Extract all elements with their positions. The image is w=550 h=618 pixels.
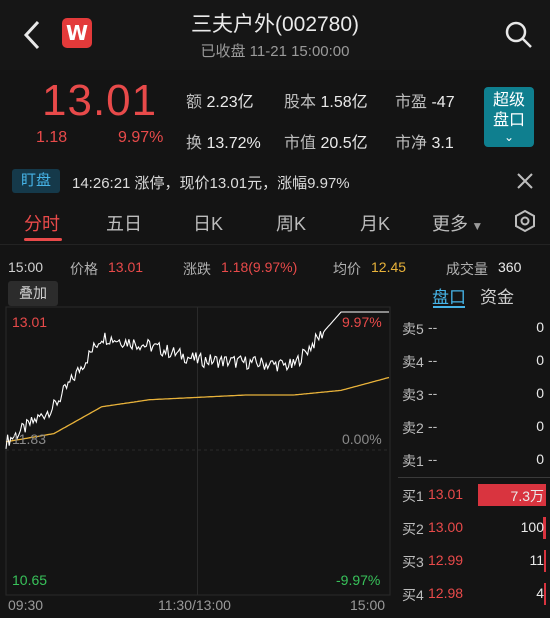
volume-bar (544, 550, 546, 572)
close-icon[interactable] (514, 170, 536, 192)
orderbook-row-label: 买3 (402, 554, 424, 570)
orderbook-row-price: -- (428, 418, 438, 434)
search-icon[interactable] (504, 20, 534, 50)
y-axis-top-label: 13.01 (12, 314, 48, 330)
orderbook-row-label: 卖1 (402, 453, 424, 469)
info-vol: 360 (498, 259, 522, 275)
triangle-down-icon: ▼ (468, 219, 484, 233)
orderbook-row-price: 13.01 (428, 486, 464, 502)
orderbook-row-price: -- (428, 451, 438, 467)
tab-intraday[interactable]: 分时 (24, 210, 60, 236)
stat-amount: 额 2.23亿 (186, 94, 254, 111)
info-price-label: 价格 (70, 261, 98, 277)
orderbook-row-label: 买4 (402, 587, 424, 603)
x-axis-label-close: 15:00 (350, 597, 386, 613)
orderbook-row[interactable]: 卖3 -- 0 (400, 379, 550, 409)
price-change: 1.18 (36, 129, 68, 146)
last-price: 13.01 (42, 76, 158, 125)
stat-pe: 市盈 -47 (395, 94, 455, 111)
divider (0, 244, 550, 245)
price-change-pct: 9.97% (118, 129, 164, 146)
info-change: 1.18(9.97%) (221, 259, 298, 275)
tab-weekly-k[interactable]: 周K (276, 210, 306, 236)
stat-market-cap: 市值 20.5亿 (284, 135, 368, 152)
orderbook-divider (398, 477, 550, 478)
orderbook-row-qty: 11 (529, 552, 544, 568)
x-axis-label-mid: 11:30/13:00 (158, 597, 231, 613)
orderbook-row-label: 卖5 (402, 321, 424, 337)
pct-axis-top-label: 9.97% (342, 314, 382, 330)
pct-axis-mid-label: 0.00% (342, 431, 382, 447)
orderbook-row-qty: 100 (520, 519, 544, 535)
stat-turnover: 换 13.72% (186, 135, 261, 152)
alert-text: 14:26:21 涨停，现价13.01元，涨幅9.97% (72, 175, 350, 192)
info-vol-label: 成交量 (446, 261, 488, 277)
tab-underline (24, 238, 62, 241)
orderbook-row[interactable]: 卖2 -- 0 (400, 412, 550, 442)
orderbook-row-qty: 7.3万 (510, 488, 544, 504)
info-avg: 12.45 (371, 259, 407, 275)
settings-icon[interactable] (513, 209, 537, 233)
orderbook-row-qty: 0 (536, 451, 544, 467)
orderbook-row[interactable]: 买2 13.00 100 (400, 513, 550, 543)
tab-capital-flow[interactable]: 资金 (480, 283, 514, 308)
pct-axis-bottom-label: -9.97% (336, 572, 381, 588)
overlay-button[interactable]: 叠加 (8, 281, 58, 306)
orderbook-row-price: -- (428, 352, 438, 368)
info-change-label: 涨跌 (183, 261, 211, 277)
stat-shares: 股本 1.58亿 (284, 94, 368, 111)
intraday-chart[interactable] (5, 306, 395, 598)
info-avg-label: 均价 (333, 261, 361, 277)
orderbook-row-label: 买1 (402, 488, 424, 504)
orderbook-row-qty: 4 (536, 585, 544, 601)
orderbook-row-price: -- (428, 385, 438, 401)
orderbook-row[interactable]: 卖5 -- 0 (400, 313, 550, 343)
y-axis-bottom-label: 10.65 (12, 572, 48, 588)
orderbook-row-label: 卖3 (402, 387, 424, 403)
tab-monthly-k[interactable]: 月K (360, 210, 390, 236)
orderbook-row[interactable]: 买3 12.99 11 (400, 546, 550, 576)
stock-title: 三夫户外(002780) (190, 13, 360, 36)
orderbook-row[interactable]: 卖4 -- 0 (400, 346, 550, 376)
orderbook-tab-underline (433, 306, 465, 308)
orderbook-row-qty: 0 (536, 352, 544, 368)
alert-tag: 盯盘 (12, 169, 60, 193)
volume-bar (544, 583, 546, 605)
tab-daily-k[interactable]: 日K (193, 210, 223, 236)
orderbook-row-price: 13.00 (428, 519, 464, 535)
orderbook-row-qty: 0 (536, 418, 544, 434)
orderbook-row-qty: 0 (536, 319, 544, 335)
tab-more-label: 更多 (432, 214, 468, 234)
orderbook-row-price: -- (428, 319, 438, 335)
orderbook-row[interactable]: 买4 12.98 4 (400, 579, 550, 609)
orderbook-row-price: 12.99 (428, 552, 464, 568)
super-button-line2: 盘口 (492, 112, 525, 129)
super-orderbook-button[interactable]: 超级 盘口 ⌄ (484, 87, 534, 147)
orderbook-row-qty: 0 (536, 385, 544, 401)
super-button-line1: 超级 (492, 92, 525, 109)
orderbook-row[interactable]: 买1 13.01 7.3万 (400, 480, 550, 510)
orderbook-row-label: 卖2 (402, 420, 424, 436)
orderbook-row-label: 卖4 (402, 354, 424, 370)
orderbook-row-label: 买2 (402, 521, 424, 537)
tab-orderbook[interactable]: 盘口 (432, 283, 466, 308)
x-axis-label-open: 09:30 (8, 597, 44, 613)
info-price: 13.01 (108, 259, 144, 275)
tab-more[interactable]: 更多 ▼ (432, 210, 483, 236)
y-axis-mid-label: 11.83 (12, 431, 46, 447)
tab-five-day[interactable]: 五日 (106, 210, 142, 236)
stat-pb: 市净 3.1 (395, 135, 454, 152)
market-status: 已收盘 11-21 15:00:00 (200, 43, 350, 60)
orderbook-row[interactable]: 卖1 -- 0 (400, 445, 550, 475)
info-time: 15:00 (8, 259, 44, 275)
orderbook-row-price: 12.98 (428, 585, 464, 601)
chevron-down-icon: ⌄ (503, 130, 515, 144)
